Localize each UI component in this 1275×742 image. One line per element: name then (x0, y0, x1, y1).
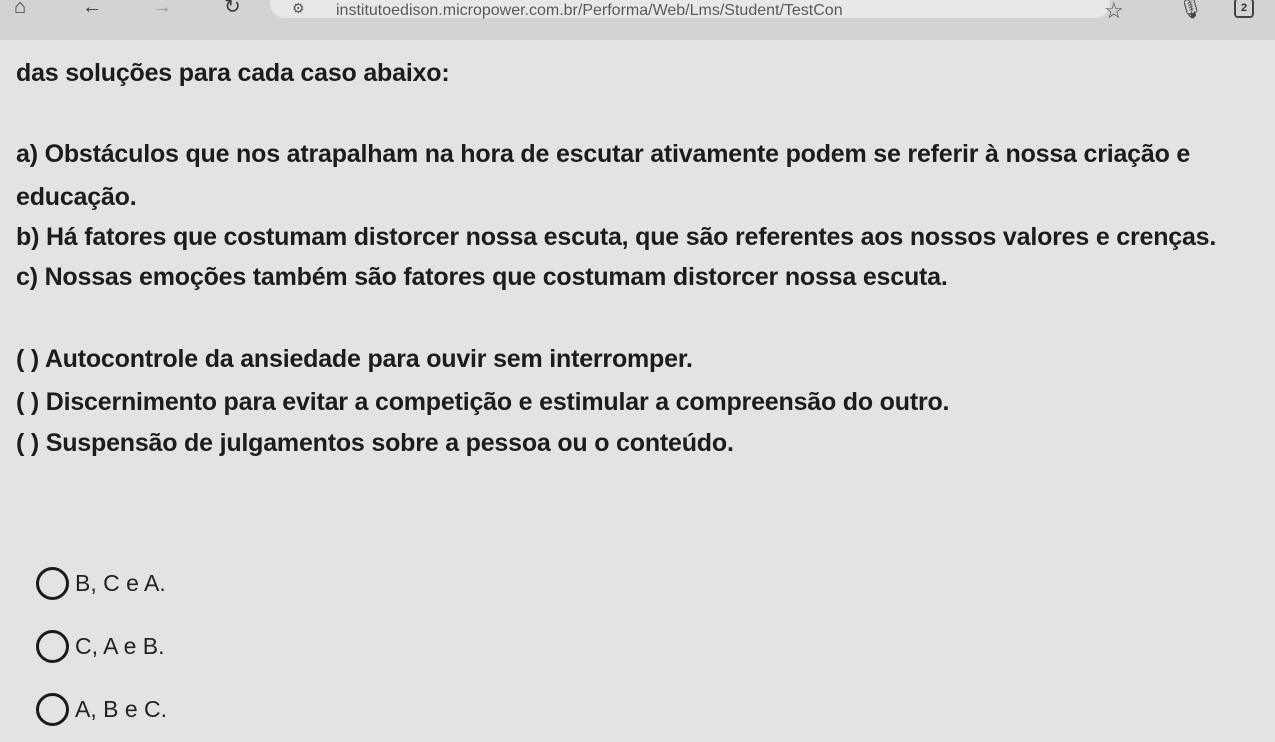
tabs-icon[interactable]: 2 (1234, 0, 1254, 18)
reload-icon[interactable]: ↻ (224, 0, 241, 17)
star-icon[interactable]: ☆ (1104, 0, 1124, 24)
forward-icon[interactable]: → (152, 0, 172, 17)
home-icon[interactable]: ⌂ (14, 0, 26, 17)
url-text[interactable]: institutoedison.micropower.com.br/Perfor… (336, 2, 843, 20)
question-intro: das soluções para cada caso abaixo: (16, 59, 450, 87)
answer-label[interactable]: B, C e A. (75, 570, 166, 597)
tune-icon[interactable]: ⚙ (292, 0, 305, 17)
back-icon[interactable]: ← (82, 0, 102, 17)
address-bar[interactable]: ⚙ institutoedison.micropower.com.br/Perf… (270, 0, 1110, 20)
radio-button[interactable] (36, 566, 69, 600)
solution-item: ( ) Autocontrole da ansiedade para ouvir… (16, 345, 693, 373)
answer-label[interactable]: A, B e C. (75, 696, 167, 723)
case-a-line1: a) Obstáculos que nos atrapalham na hora… (16, 140, 1191, 168)
browser-toolbar: ⌂ ← → ↻ ⚙ institutoedison.micropower.com… (0, 0, 1275, 41)
radio-button[interactable] (36, 692, 69, 726)
question-area: das soluções para cada caso abaixo: a) O… (0, 40, 1275, 742)
mic-icon[interactable]: 🎙 (1178, 0, 1203, 21)
answer-option[interactable]: A, B e C. (36, 689, 167, 729)
solution-item: ( ) Suspensão de julgamentos sobre a pes… (16, 429, 734, 457)
case-a-line2: educação. (16, 183, 137, 211)
answer-option[interactable]: B, C e A. (36, 563, 166, 603)
radio-button[interactable] (36, 629, 69, 663)
case-b: b) Há fatores que costumam distorcer nos… (16, 223, 1217, 251)
answer-option[interactable]: C, A e B. (36, 626, 165, 666)
case-c: c) Nossas emoções também são fatores que… (16, 263, 948, 291)
answer-label[interactable]: C, A e B. (75, 633, 165, 660)
solution-item: ( ) Discernimento para evitar a competiç… (16, 388, 950, 416)
